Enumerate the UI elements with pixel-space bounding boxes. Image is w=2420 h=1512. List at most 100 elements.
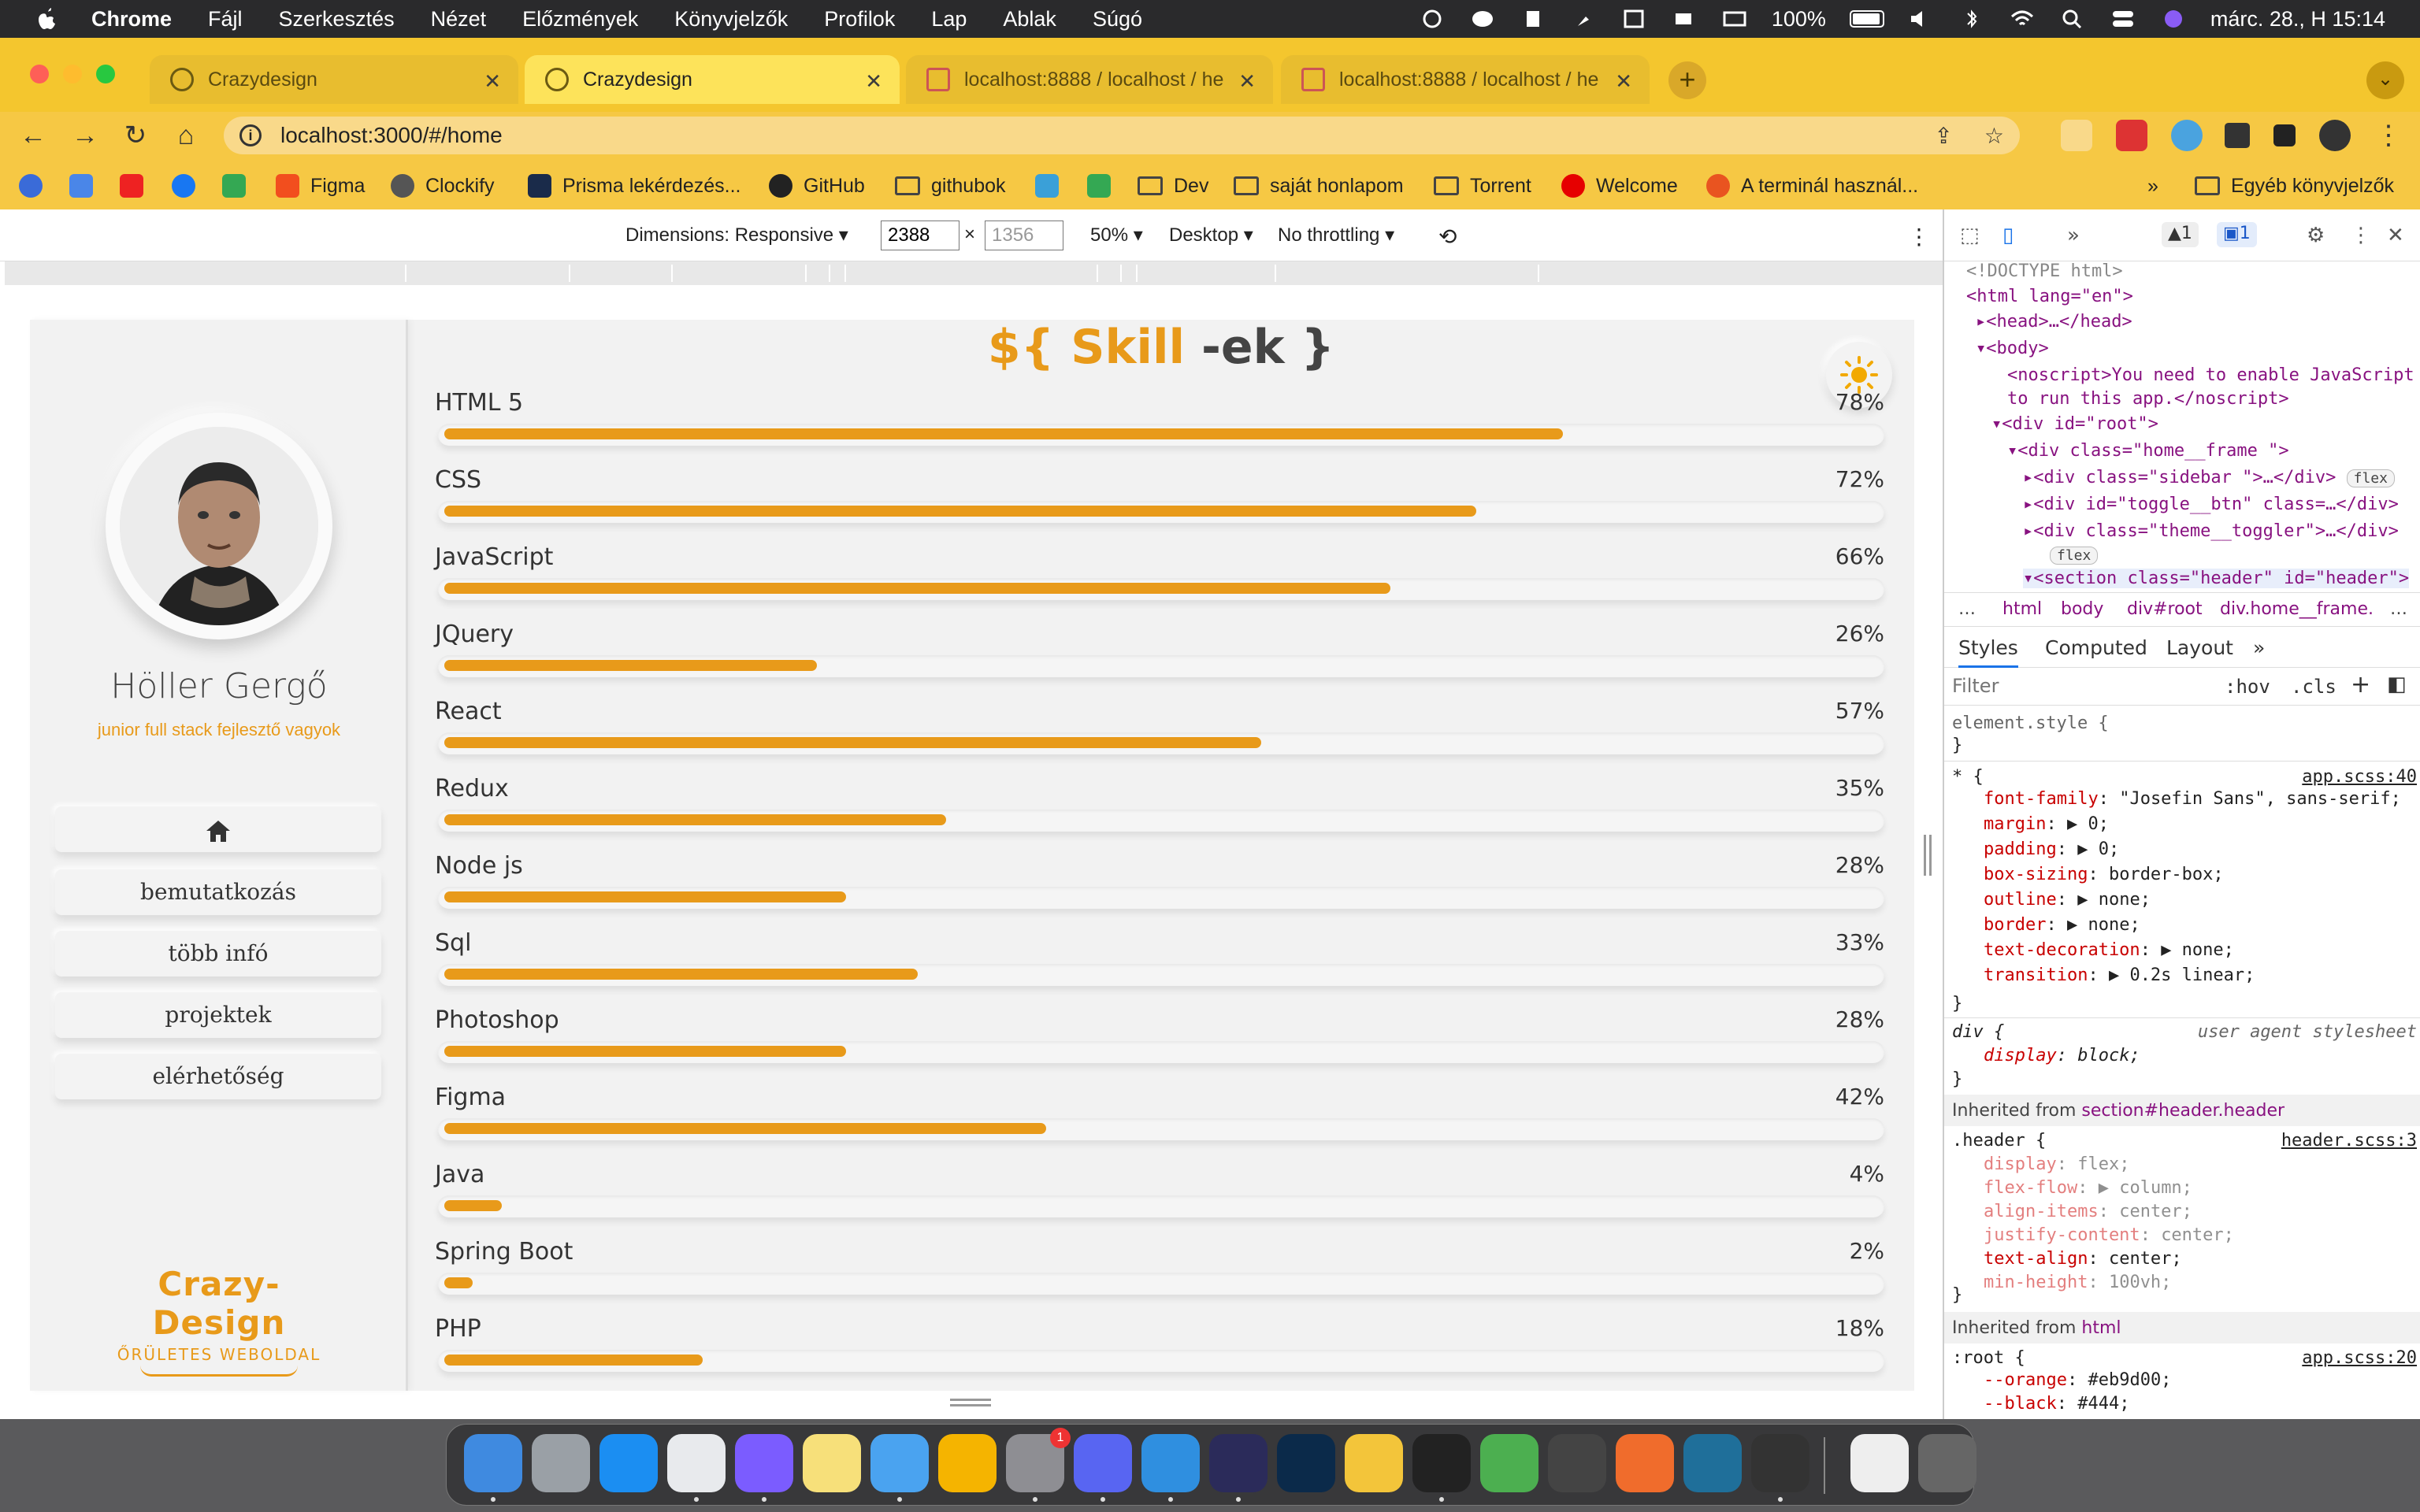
rule-universal-selector[interactable]: * {: [1952, 767, 1984, 787]
tab-search-button[interactable]: ⌄: [2366, 61, 2404, 99]
chrome-icon[interactable]: [667, 1434, 726, 1492]
forward-icon[interactable]: →: [69, 120, 101, 151]
unknown-icon[interactable]: [1209, 1434, 1268, 1492]
bookmark-github[interactable]: GitHub: [769, 162, 865, 209]
battery-icon[interactable]: [1849, 10, 1884, 28]
device-toggle-icon[interactable]: ▯: [2002, 224, 2026, 247]
css-declaration[interactable]: --black: #444;: [1984, 1394, 2129, 1414]
discord-icon[interactable]: [1074, 1434, 1132, 1492]
rule-root-selector[interactable]: :root {: [1952, 1348, 2025, 1368]
rule-div-prop[interactable]: display: block;: [1984, 1046, 2140, 1065]
inspect-icon[interactable]: ⬚: [1960, 224, 1984, 247]
nav-projektek[interactable]: projektek: [55, 992, 381, 1038]
url-text[interactable]: localhost:3000/#/home: [280, 123, 503, 148]
translate-bookmark-icon[interactable]: [69, 162, 104, 209]
extension-icon[interactable]: [2171, 120, 2203, 151]
minimize-window-button[interactable]: [63, 65, 82, 83]
close-devtools-icon[interactable]: ✕: [2387, 224, 2411, 247]
menu-edit[interactable]: Szerkesztés: [279, 7, 395, 32]
dimensions-select[interactable]: Dimensions: Responsive ▾: [625, 224, 848, 246]
youtube-bookmark-icon[interactable]: [120, 162, 154, 209]
elephant-icon[interactable]: [1469, 9, 1496, 29]
crumb-ellipsis[interactable]: …: [1958, 599, 1976, 619]
bookmark-torrent[interactable]: Torrent: [1434, 162, 1531, 209]
zoom-window-button[interactable]: [96, 65, 115, 83]
maps-icon[interactable]: [1480, 1434, 1538, 1492]
back-icon[interactable]: ←: [17, 120, 49, 151]
css-declaration[interactable]: font-family: "Josefin Sans", sans-serif;: [1984, 789, 2401, 809]
rotate-icon[interactable]: ⟲: [1438, 224, 1457, 250]
address-bar[interactable]: i localhost:3000/#/home ⇪ ☆: [224, 117, 2020, 154]
devtools-menu-icon[interactable]: ⋮: [2351, 224, 2374, 247]
more-panels-icon[interactable]: »: [2067, 224, 2091, 247]
css-declaration[interactable]: text-decoration: ▶ none;: [1984, 940, 2234, 960]
styles-filter-input[interactable]: [1952, 674, 2204, 698]
tab-crazydesign-2[interactable]: Crazydesign ✕: [525, 55, 900, 104]
menu-help[interactable]: Súgó: [1093, 7, 1142, 32]
creative-cloud-icon[interactable]: [1419, 9, 1446, 29]
apple-icon[interactable]: [32, 5, 60, 33]
nav-elerhetoseg[interactable]: elérhetőség: [55, 1054, 381, 1099]
intellij-idea-icon[interactable]: [1412, 1434, 1471, 1492]
hov-toggle[interactable]: :hov: [2225, 676, 2270, 698]
tab-phpmyadmin-2[interactable]: localhost:8888 / localhost / he ✕: [1281, 55, 1650, 104]
height-input[interactable]: [985, 220, 1063, 250]
tab-close-icon[interactable]: ✕: [484, 69, 501, 94]
menu-view[interactable]: Nézet: [431, 7, 487, 32]
menu-bookmarks[interactable]: Könyvjelzők: [674, 7, 788, 32]
notes-icon[interactable]: [803, 1434, 861, 1492]
css-declaration[interactable]: --orange: #eb9d00;: [1984, 1370, 2171, 1390]
keyboard-icon[interactable]: [1721, 9, 1748, 29]
close-window-button[interactable]: [30, 65, 49, 83]
reload-icon[interactable]: ↻: [120, 120, 151, 151]
extension-icon[interactable]: [2116, 120, 2147, 151]
messenger-icon[interactable]: [735, 1434, 793, 1492]
viewport-resize-handle[interactable]: [950, 1399, 991, 1406]
files-icon[interactable]: [1345, 1434, 1403, 1492]
mysql-workbench-icon[interactable]: [1683, 1434, 1742, 1492]
crumb-home-frame[interactable]: div.home__frame.: [2220, 599, 2374, 619]
bookmark-other[interactable]: Egyéb könyvjelzők: [2195, 162, 2394, 209]
css-declaration[interactable]: flex-flow: ▶ column;: [1984, 1178, 2192, 1198]
crumb-root[interactable]: div#root: [2127, 599, 2203, 619]
tab-styles[interactable]: Styles: [1958, 636, 2018, 668]
rule-root-source[interactable]: app.scss:20: [2302, 1348, 2417, 1368]
document-icon[interactable]: [1850, 1434, 1909, 1492]
tab-crazydesign-1[interactable]: Crazydesign ✕: [150, 55, 518, 104]
tab-close-icon[interactable]: ✕: [865, 69, 882, 94]
dom-html[interactable]: <html lang="en">: [1966, 287, 2133, 306]
device-select[interactable]: Desktop ▾: [1169, 224, 1253, 246]
home-button[interactable]: [55, 806, 381, 852]
photos-icon[interactable]: [938, 1434, 997, 1492]
tab-phpmyadmin-1[interactable]: localhost:8888 / localhost / he ✕: [906, 55, 1273, 104]
css-declaration[interactable]: padding: ▶ 0;: [1984, 839, 2119, 859]
search-icon[interactable]: [2059, 9, 2086, 29]
css-declaration[interactable]: justify-content: center;: [1984, 1225, 2234, 1245]
menu-tab[interactable]: Lap: [931, 7, 967, 32]
maps-bookmark-icon[interactable]: [1087, 162, 1122, 209]
css-declaration[interactable]: border: ▶ none;: [1984, 915, 2140, 935]
siri-icon[interactable]: [2160, 9, 2187, 29]
vs-code-icon[interactable]: [1141, 1434, 1200, 1492]
drive-bookmark-icon[interactable]: [222, 162, 257, 209]
site-logo[interactable]: Crazy-Design ŐRÜLETES WEBOLDAL: [93, 1265, 345, 1377]
device-menu-icon[interactable]: ⋮: [1908, 224, 1930, 250]
pen-icon[interactable]: [1616, 1434, 1674, 1492]
throttle-select[interactable]: No throttling ▾: [1278, 224, 1394, 246]
bookmark-terminal[interactable]: A terminál használ...: [1706, 162, 1918, 209]
new-rule-icon[interactable]: +: [2351, 671, 2370, 699]
dom-noscript[interactable]: <noscript>You need to enable JavaScript: [2007, 365, 2414, 385]
element-style-rule[interactable]: element.style {: [1952, 713, 2109, 733]
inherited-section-link[interactable]: section#header.header: [2081, 1101, 2285, 1121]
photoshop-icon[interactable]: [1277, 1434, 1335, 1492]
finder-icon[interactable]: [464, 1434, 522, 1492]
app-status-icon[interactable]: [1520, 9, 1546, 29]
bookmarks-overflow-icon[interactable]: »: [2147, 162, 2158, 209]
k-bookmark-icon[interactable]: [1035, 162, 1070, 209]
dom-section[interactable]: ▾<section class="header" id="header">: [2023, 569, 2410, 588]
app-store-icon[interactable]: [599, 1434, 658, 1492]
launchpad-icon[interactable]: [532, 1434, 590, 1492]
clock[interactable]: márc. 28., H 15:14: [2210, 7, 2385, 32]
viewport-side-resize-handle[interactable]: [1924, 835, 1932, 876]
rule-universal-source[interactable]: app.scss:40: [2302, 767, 2417, 787]
